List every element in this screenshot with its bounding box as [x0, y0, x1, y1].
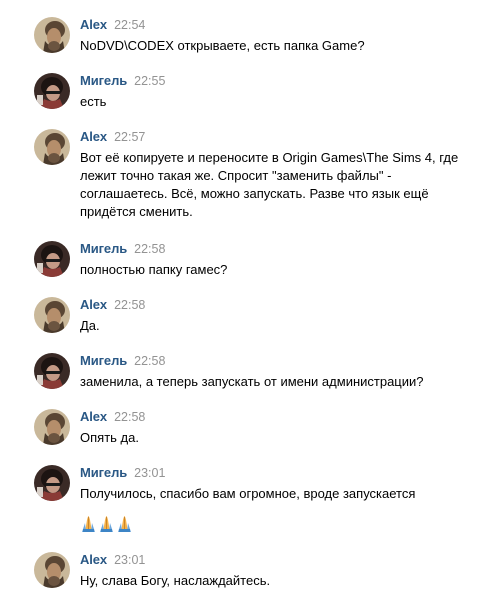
message-text: заменила, а теперь запускать от имени ад…: [80, 374, 424, 389]
message: Alex 22:57 Вот её копируете и переносите …: [0, 129, 493, 225]
message-text: Получилось, спасибо вам огромное, вроде …: [80, 486, 416, 501]
avatar[interactable]: [34, 73, 70, 109]
message-text: Опять да.: [80, 430, 139, 445]
avatar[interactable]: [34, 353, 70, 389]
message: Alex 23:01 Ну, слава Богу, наслаждайтесь.: [0, 552, 493, 592]
message-time[interactable]: 22:58: [134, 354, 165, 368]
author-name[interactable]: Alex: [80, 17, 107, 32]
migel-avatar-image: [34, 73, 70, 109]
author-name[interactable]: Мигель: [80, 353, 127, 368]
author-name[interactable]: Мигель: [80, 465, 127, 480]
message: Мигель 23:01 Получилось, спасибо вам огро…: [0, 465, 493, 537]
author-name[interactable]: Мигель: [80, 241, 127, 256]
message: Мигель 22:55 есть: [0, 73, 493, 113]
avatar[interactable]: [34, 552, 70, 588]
message-time[interactable]: 22:58: [114, 298, 145, 312]
message-time[interactable]: 23:01: [114, 553, 145, 567]
avatar[interactable]: [34, 241, 70, 277]
message: Alex 22:58 Опять да.: [0, 409, 493, 449]
message-header: Alex 23:01: [80, 552, 145, 568]
message-time[interactable]: 23:01: [134, 466, 165, 480]
message-time[interactable]: 22:54: [114, 18, 145, 32]
migel-avatar-image: [34, 241, 70, 277]
message-time[interactable]: 22:55: [134, 74, 165, 88]
message-header: Мигель 22:55: [80, 73, 165, 89]
avatar[interactable]: [34, 17, 70, 53]
message-header: Мигель 23:01: [80, 465, 165, 481]
author-name[interactable]: Мигель: [80, 73, 127, 88]
message-text: Ну, слава Богу, наслаждайтесь.: [80, 573, 271, 588]
author-name[interactable]: Alex: [80, 297, 107, 312]
message-header: Alex 22:58: [80, 409, 145, 425]
alex-avatar-image: [34, 409, 70, 445]
message: Alex 22:58 Да.: [0, 297, 493, 337]
emoji-row: [80, 515, 134, 535]
folded-hands-icon: [80, 515, 97, 533]
message: Alex 22:54 NoDVD\CODEX открываете, есть п…: [0, 17, 493, 57]
folded-hands-icon: [116, 515, 133, 533]
author-name[interactable]: Alex: [80, 409, 107, 424]
message-text: Да.: [80, 318, 100, 333]
alex-avatar-image: [34, 17, 70, 53]
avatar[interactable]: [34, 409, 70, 445]
message-text: NoDVD\CODEX открываете, есть папка Game?: [80, 38, 365, 53]
message-text: Вот её копируете и переносите в Origin G…: [80, 150, 462, 219]
alex-avatar-image: [34, 129, 70, 165]
author-name[interactable]: Alex: [80, 129, 107, 144]
message: Мигель 22:58 заменила, а теперь запускать…: [0, 353, 493, 393]
message-header: Alex 22:57: [80, 129, 145, 145]
alex-avatar-image: [34, 552, 70, 588]
avatar[interactable]: [34, 129, 70, 165]
message-time[interactable]: 22:58: [134, 242, 165, 256]
chat-history: Alex 22:54 NoDVD\CODEX открываете, есть п…: [0, 0, 493, 612]
avatar[interactable]: [34, 465, 70, 501]
migel-avatar-image: [34, 465, 70, 501]
migel-avatar-image: [34, 353, 70, 389]
message-time[interactable]: 22:57: [114, 130, 145, 144]
folded-hands-icon: [98, 515, 115, 533]
message-text: полностью папку гамес?: [80, 262, 228, 277]
message-text: есть: [80, 94, 107, 109]
message-header: Мигель 22:58: [80, 353, 165, 369]
message-header: Alex 22:54: [80, 17, 145, 33]
author-name[interactable]: Alex: [80, 552, 107, 567]
message: Мигель 22:58 полностью папку гамес?: [0, 241, 493, 281]
message-header: Мигель 22:58: [80, 241, 165, 257]
avatar[interactable]: [34, 297, 70, 333]
alex-avatar-image: [34, 297, 70, 333]
message-header: Alex 22:58: [80, 297, 145, 313]
message-time[interactable]: 22:58: [114, 410, 145, 424]
